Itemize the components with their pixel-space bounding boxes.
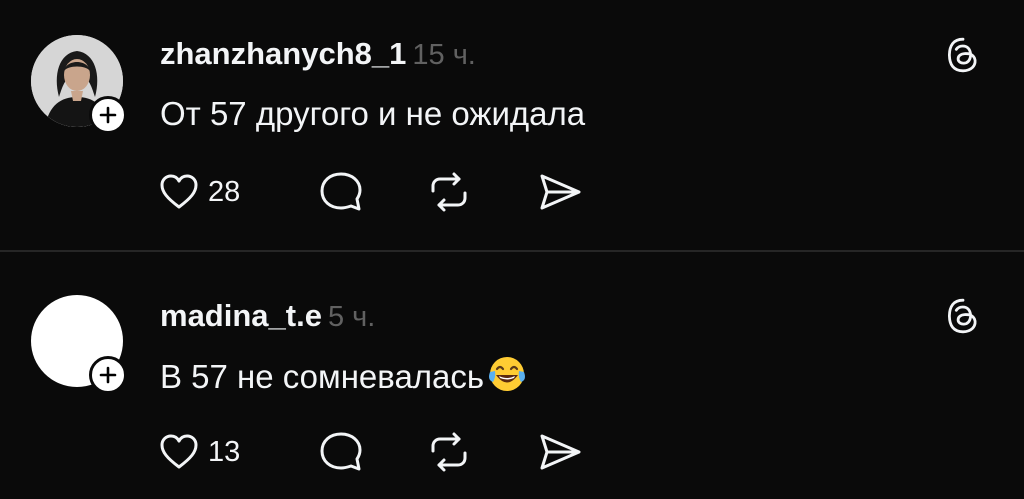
- repost-arrows-icon: [431, 432, 467, 472]
- like-button[interactable]: 13: [159, 430, 240, 474]
- paper-plane-icon: [540, 434, 581, 470]
- follow-button[interactable]: [89, 356, 127, 394]
- repost-arrows-icon: [431, 172, 467, 212]
- post-item: madina_t.e 5 ч. В 57 не сомневалась 13: [0, 252, 1024, 499]
- post-text-container: В 57 не сомневалась: [160, 354, 528, 397]
- heart-icon: [160, 434, 198, 469]
- username-link[interactable]: zhanzhanych8_1: [160, 36, 406, 71]
- like-count: 28: [208, 176, 241, 208]
- repost-button[interactable]: [427, 170, 471, 214]
- threads-logo-icon[interactable]: [943, 36, 983, 76]
- username-link[interactable]: madina_t.e: [160, 298, 322, 333]
- share-button[interactable]: [537, 430, 583, 474]
- heart-icon: [160, 174, 198, 209]
- like-count: 13: [208, 436, 241, 468]
- post-header: madina_t.e 5 ч.: [160, 298, 375, 335]
- repost-button[interactable]: [427, 430, 471, 474]
- avatar-container[interactable]: [31, 295, 127, 394]
- post-item: zhanzhanych8_1 15 ч. От 57 другого и не о…: [0, 0, 1024, 250]
- face-with-tears-of-joy-emoji: [489, 357, 526, 391]
- post-text: От 57 другого и не ожидала: [160, 95, 586, 132]
- avatar-container[interactable]: [31, 35, 127, 134]
- reply-button[interactable]: [319, 430, 363, 474]
- threads-logo-icon[interactable]: [943, 297, 983, 337]
- speech-bubble-icon: [320, 432, 362, 471]
- plus-icon: [99, 366, 117, 384]
- speech-bubble-icon: [320, 172, 362, 211]
- post-text: В 57 не сомневалась: [160, 358, 485, 395]
- share-button[interactable]: [537, 170, 583, 214]
- plus-icon: [99, 106, 117, 124]
- timestamp: 15 ч.: [412, 39, 476, 71]
- post-header: zhanzhanych8_1 15 ч.: [160, 36, 476, 73]
- follow-button[interactable]: [89, 96, 127, 134]
- timestamp: 5 ч.: [327, 301, 376, 333]
- like-button[interactable]: 28: [159, 170, 240, 214]
- reply-button[interactable]: [319, 170, 363, 214]
- paper-plane-icon: [540, 174, 581, 210]
